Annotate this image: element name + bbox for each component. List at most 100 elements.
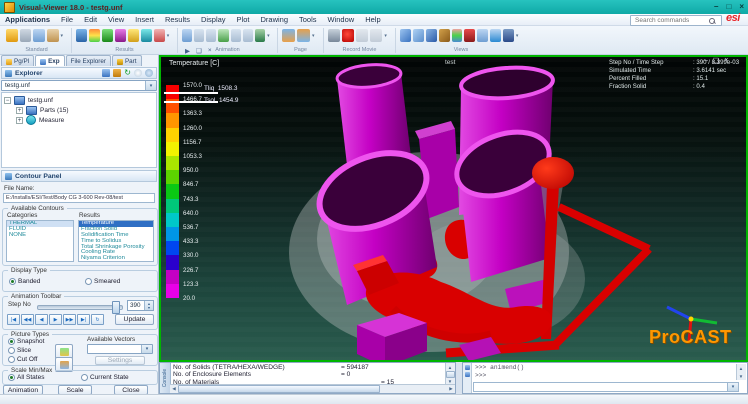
cut-icon[interactable] — [20, 29, 32, 42]
command-search[interactable] — [630, 15, 722, 26]
menu-plot[interactable]: Plot — [236, 15, 251, 24]
result-item[interactable]: Niyama Criterion — [79, 256, 153, 262]
combo-dropdown-icon[interactable]: ▾ — [145, 81, 156, 90]
record-icon[interactable] — [342, 29, 354, 42]
scroll-right-icon[interactable]: ▶ — [447, 385, 455, 393]
loop-button[interactable]: ↻ — [91, 314, 104, 325]
categories-list[interactable]: THERMAL FLUID NONE — [6, 220, 74, 262]
page-group-dropdown-icon[interactable]: ▾ — [312, 29, 317, 42]
menu-tools[interactable]: Tools — [298, 15, 318, 24]
dock-float-icon[interactable]: ▶ — [185, 47, 190, 55]
update-button[interactable]: Update — [115, 314, 154, 325]
probe-icon[interactable] — [141, 29, 152, 42]
step-slider[interactable] — [37, 305, 123, 310]
menu-results[interactable]: Results — [164, 15, 191, 24]
vectors-combo[interactable]: ▾ — [87, 344, 153, 354]
scroll-left-icon[interactable]: ◀ — [170, 385, 178, 393]
animation-panel-icon[interactable] — [182, 29, 192, 42]
tree-row-root[interactable]: − testg.unf — [4, 95, 154, 105]
results-group-dropdown-icon[interactable]: ▾ — [167, 29, 171, 42]
dock-restore-icon[interactable]: ❑ — [196, 47, 202, 55]
vector-plot-icon[interactable] — [102, 29, 113, 42]
stop-icon[interactable] — [370, 29, 382, 42]
standard-group-dropdown-icon[interactable]: ▾ — [61, 29, 65, 42]
tree-row-measure[interactable]: + Measure — [16, 115, 154, 125]
py-run-icon[interactable] — [465, 365, 470, 370]
movie-icon[interactable] — [328, 29, 340, 42]
results-list[interactable]: Temperature Fraction Solid Solidificatio… — [78, 220, 154, 262]
last-step-button[interactable]: ▶| — [77, 314, 90, 325]
refresh-icon[interactable]: ↻ — [124, 69, 131, 77]
contour-plot-icon[interactable] — [76, 29, 87, 42]
console-vscrollbar[interactable]: ▲ ▼ — [445, 363, 455, 385]
radio-current-state[interactable]: Current State — [81, 374, 129, 381]
paste-icon[interactable] — [47, 29, 59, 42]
front-view-icon[interactable] — [426, 29, 437, 42]
anchor-icon[interactable] — [503, 29, 514, 42]
axes-icon[interactable] — [452, 29, 463, 42]
tab-part[interactable]: Part — [112, 55, 142, 66]
maximize-button[interactable]: □ — [726, 2, 731, 12]
file-name-field[interactable]: E:/Installs/ESI/Test/Body CG 3-600 Rev-0… — [3, 193, 155, 203]
python-input-dropdown-icon[interactable]: ▾ — [727, 383, 738, 391]
scroll-down-icon[interactable]: ▼ — [737, 372, 745, 380]
sync-icon[interactable] — [134, 69, 142, 77]
menu-file[interactable]: File — [60, 15, 74, 24]
tab-pgpl[interactable]: Pg/Pl — [1, 55, 34, 66]
side-view-icon[interactable] — [439, 29, 450, 42]
menu-display[interactable]: Display — [200, 15, 227, 24]
add-icon[interactable] — [145, 69, 153, 77]
vectors-dropdown-icon[interactable]: ▾ — [141, 345, 152, 353]
close-button[interactable]: × — [739, 2, 744, 12]
radio-snapshot[interactable]: Snapshot — [8, 338, 44, 345]
rotate-view-icon[interactable] — [464, 29, 475, 42]
spinner-arrows[interactable]: ▲▼ — [144, 301, 153, 310]
animation-group-dropdown-icon[interactable]: ▾ — [267, 29, 271, 42]
menu-view[interactable]: View — [107, 15, 125, 24]
forward-button[interactable]: ▶▶ — [63, 314, 76, 325]
minimize-button[interactable]: – — [714, 2, 718, 12]
step-no-spinner[interactable]: 390 ▲▼ — [127, 300, 154, 311]
menu-help[interactable]: Help — [364, 15, 381, 24]
tree-row-parts[interactable]: + Parts (15) — [16, 105, 154, 115]
viewport-3d[interactable]: Temperature [C] test – ❑ × — [159, 55, 748, 362]
prev-frame-icon[interactable] — [206, 29, 216, 42]
banded-contour-icon[interactable] — [89, 29, 100, 42]
dock-close-icon[interactable]: × — [208, 47, 212, 55]
slice-plot-icon[interactable] — [128, 29, 139, 42]
prev-step-button[interactable]: ◀ — [35, 314, 48, 325]
model-combo[interactable]: testg.unf ▾ — [1, 80, 157, 91]
tab-file-explorer[interactable]: File Explorer — [66, 55, 111, 66]
next-page-icon[interactable] — [297, 29, 310, 42]
radio-banded[interactable]: Banded — [9, 278, 40, 285]
radio-slice[interactable]: Slice — [8, 347, 31, 354]
clear-results-icon[interactable] — [154, 29, 165, 42]
spin-down-icon[interactable]: ▼ — [145, 306, 153, 310]
rewind-button[interactable]: ◀◀ — [21, 314, 34, 325]
radio-all-states[interactable]: All States — [8, 374, 44, 381]
expander-icon[interactable]: − — [4, 97, 11, 104]
python-vscrollbar[interactable]: ▲ ▼ — [736, 364, 746, 380]
record-group-dropdown-icon[interactable]: ▾ — [384, 29, 389, 42]
menu-edit[interactable]: Edit — [83, 15, 98, 24]
tree-filter-icon[interactable] — [102, 69, 110, 77]
menu-window[interactable]: Window — [327, 15, 356, 24]
search-input[interactable] — [633, 16, 709, 25]
radio-cutoff[interactable]: Cut Off — [8, 356, 37, 363]
console-hscrollbar[interactable]: ◀ ▶ — [170, 384, 455, 393]
pause-icon[interactable] — [356, 29, 368, 42]
python-input-combo[interactable]: ▾ — [473, 382, 739, 392]
step-slider-handle[interactable] — [112, 301, 120, 314]
menu-applications[interactable]: Applications — [4, 15, 51, 24]
prev-page-icon[interactable] — [282, 29, 295, 42]
radio-smeared[interactable]: Smeared — [85, 278, 120, 285]
open-folder-icon[interactable] — [6, 29, 18, 42]
menu-insert[interactable]: Insert — [134, 15, 155, 24]
category-item[interactable]: NONE — [7, 233, 73, 239]
iso-view-icon[interactable] — [400, 29, 411, 42]
zoom-icon[interactable] — [477, 29, 488, 42]
settings-button[interactable]: Settings — [95, 356, 145, 365]
scroll-up-icon[interactable]: ▲ — [737, 364, 745, 372]
first-frame-icon[interactable] — [194, 29, 204, 42]
first-step-button[interactable]: |◀ — [7, 314, 20, 325]
